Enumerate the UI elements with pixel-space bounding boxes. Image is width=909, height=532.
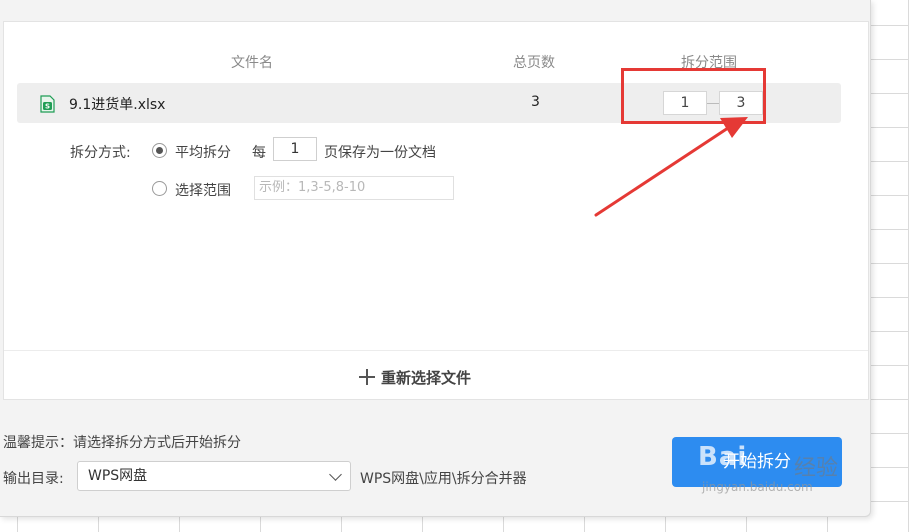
file-name: 9.1进货单.xlsx xyxy=(69,97,166,113)
output-dir-value: WPS网盘 xyxy=(88,468,148,484)
split-dialog: 文件名 总页数 拆分范围 S 9.1进货单.xlsx 3 1 3 拆分方式: 平… xyxy=(0,0,871,517)
svg-text:S: S xyxy=(45,103,50,111)
header-total-pages: 总页数 xyxy=(513,55,555,71)
reselect-file-label: 重新选择文件 xyxy=(381,368,472,387)
per-doc-suffix: 页保存为一份文档 xyxy=(324,145,436,161)
panel-divider xyxy=(4,350,868,351)
output-dir-select[interactable]: WPS网盘 xyxy=(77,461,351,491)
radio-average-split[interactable] xyxy=(152,143,167,158)
output-dir-label: 输出目录: xyxy=(3,471,64,487)
xlsx-file-icon: S xyxy=(40,95,55,113)
page-count: 3 xyxy=(531,94,540,110)
reselect-file-button[interactable]: 重新选择文件 xyxy=(359,365,471,389)
output-path: WPS网盘\应用\拆分合并器 xyxy=(360,471,527,487)
range-from-input[interactable]: 1 xyxy=(663,91,707,115)
chevron-down-icon xyxy=(329,468,342,481)
split-mode-label: 拆分方式: xyxy=(70,145,131,161)
range-to-input[interactable]: 3 xyxy=(719,91,763,115)
radio-select-range[interactable] xyxy=(152,181,167,196)
range-separator xyxy=(707,103,719,104)
plus-icon xyxy=(359,369,375,385)
select-range-label[interactable]: 选择范围 xyxy=(175,180,231,200)
every-prefix: 每 xyxy=(252,145,266,161)
average-split-label[interactable]: 平均拆分 xyxy=(175,142,231,162)
range-text-input[interactable]: 示例：1,3-5,8-10 xyxy=(254,176,454,200)
file-row[interactable]: S 9.1进货单.xlsx 3 1 3 xyxy=(17,83,841,123)
start-split-button[interactable]: 开始拆分 xyxy=(672,437,842,487)
pages-per-doc-input[interactable]: 1 xyxy=(273,137,317,161)
hint-text: 温馨提示：请选择拆分方式后开始拆分 xyxy=(3,435,241,451)
header-split-range: 拆分范围 xyxy=(681,55,737,71)
file-list-panel: 文件名 总页数 拆分范围 S 9.1进货单.xlsx 3 1 3 拆分方式: 平… xyxy=(3,21,869,400)
header-file-name: 文件名 xyxy=(231,55,273,71)
